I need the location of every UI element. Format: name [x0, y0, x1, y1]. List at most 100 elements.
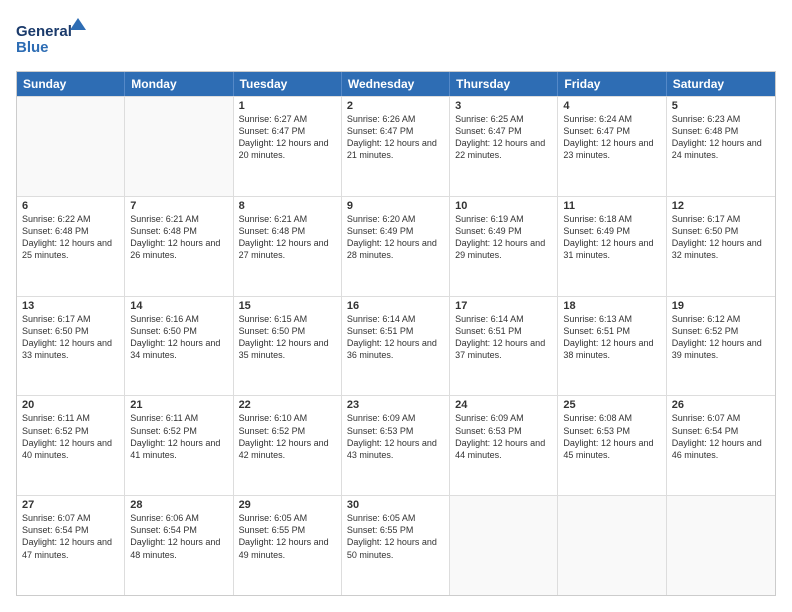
day-number: 9 [347, 200, 444, 212]
day-number: 23 [347, 399, 444, 411]
day-number: 5 [672, 100, 770, 112]
cell-text: Sunrise: 6:24 AM Sunset: 6:47 PM Dayligh… [563, 113, 660, 162]
cal-cell-3-1: 21Sunrise: 6:11 AM Sunset: 6:52 PM Dayli… [125, 396, 233, 495]
cell-text: Sunrise: 6:11 AM Sunset: 6:52 PM Dayligh… [130, 412, 227, 461]
day-number: 10 [455, 200, 552, 212]
cal-cell-3-2: 22Sunrise: 6:10 AM Sunset: 6:52 PM Dayli… [234, 396, 342, 495]
cell-text: Sunrise: 6:06 AM Sunset: 6:54 PM Dayligh… [130, 512, 227, 561]
header-day-sunday: Sunday [17, 72, 125, 96]
cal-cell-0-5: 4Sunrise: 6:24 AM Sunset: 6:47 PM Daylig… [558, 97, 666, 196]
header-day-tuesday: Tuesday [234, 72, 342, 96]
day-number: 26 [672, 399, 770, 411]
calendar: SundayMondayTuesdayWednesdayThursdayFrid… [16, 71, 776, 596]
day-number: 1 [239, 100, 336, 112]
svg-text:General: General [16, 23, 72, 40]
cal-cell-2-2: 15Sunrise: 6:15 AM Sunset: 6:50 PM Dayli… [234, 297, 342, 396]
cell-text: Sunrise: 6:14 AM Sunset: 6:51 PM Dayligh… [347, 313, 444, 362]
cal-cell-0-3: 2Sunrise: 6:26 AM Sunset: 6:47 PM Daylig… [342, 97, 450, 196]
day-number: 29 [239, 499, 336, 511]
cell-text: Sunrise: 6:26 AM Sunset: 6:47 PM Dayligh… [347, 113, 444, 162]
cal-cell-4-5 [558, 496, 666, 595]
cell-text: Sunrise: 6:16 AM Sunset: 6:50 PM Dayligh… [130, 313, 227, 362]
cal-cell-2-4: 17Sunrise: 6:14 AM Sunset: 6:51 PM Dayli… [450, 297, 558, 396]
logo-svg: General Blue [16, 16, 86, 61]
cell-text: Sunrise: 6:17 AM Sunset: 6:50 PM Dayligh… [672, 213, 770, 262]
cell-text: Sunrise: 6:09 AM Sunset: 6:53 PM Dayligh… [455, 412, 552, 461]
cal-cell-0-1 [125, 97, 233, 196]
cell-text: Sunrise: 6:27 AM Sunset: 6:47 PM Dayligh… [239, 113, 336, 162]
day-number: 2 [347, 100, 444, 112]
cal-cell-1-5: 11Sunrise: 6:18 AM Sunset: 6:49 PM Dayli… [558, 197, 666, 296]
calendar-row-0: 1Sunrise: 6:27 AM Sunset: 6:47 PM Daylig… [17, 96, 775, 196]
day-number: 12 [672, 200, 770, 212]
cal-cell-3-3: 23Sunrise: 6:09 AM Sunset: 6:53 PM Dayli… [342, 396, 450, 495]
day-number: 27 [22, 499, 119, 511]
day-number: 28 [130, 499, 227, 511]
cell-text: Sunrise: 6:05 AM Sunset: 6:55 PM Dayligh… [347, 512, 444, 561]
day-number: 15 [239, 300, 336, 312]
day-number: 14 [130, 300, 227, 312]
day-number: 22 [239, 399, 336, 411]
cal-cell-2-5: 18Sunrise: 6:13 AM Sunset: 6:51 PM Dayli… [558, 297, 666, 396]
day-number: 3 [455, 100, 552, 112]
day-number: 13 [22, 300, 119, 312]
cell-text: Sunrise: 6:11 AM Sunset: 6:52 PM Dayligh… [22, 412, 119, 461]
header-day-friday: Friday [558, 72, 666, 96]
cal-cell-0-0 [17, 97, 125, 196]
cal-cell-4-6 [667, 496, 775, 595]
cal-cell-1-2: 8Sunrise: 6:21 AM Sunset: 6:48 PM Daylig… [234, 197, 342, 296]
cell-text: Sunrise: 6:21 AM Sunset: 6:48 PM Dayligh… [130, 213, 227, 262]
header-day-thursday: Thursday [450, 72, 558, 96]
day-number: 18 [563, 300, 660, 312]
cal-cell-1-3: 9Sunrise: 6:20 AM Sunset: 6:49 PM Daylig… [342, 197, 450, 296]
day-number: 20 [22, 399, 119, 411]
cell-text: Sunrise: 6:19 AM Sunset: 6:49 PM Dayligh… [455, 213, 552, 262]
day-number: 24 [455, 399, 552, 411]
day-number: 19 [672, 300, 770, 312]
cell-text: Sunrise: 6:15 AM Sunset: 6:50 PM Dayligh… [239, 313, 336, 362]
cell-text: Sunrise: 6:21 AM Sunset: 6:48 PM Dayligh… [239, 213, 336, 262]
logo: General Blue [16, 16, 86, 61]
cell-text: Sunrise: 6:08 AM Sunset: 6:53 PM Dayligh… [563, 412, 660, 461]
cal-cell-1-0: 6Sunrise: 6:22 AM Sunset: 6:48 PM Daylig… [17, 197, 125, 296]
cell-text: Sunrise: 6:10 AM Sunset: 6:52 PM Dayligh… [239, 412, 336, 461]
cal-cell-1-4: 10Sunrise: 6:19 AM Sunset: 6:49 PM Dayli… [450, 197, 558, 296]
cell-text: Sunrise: 6:07 AM Sunset: 6:54 PM Dayligh… [22, 512, 119, 561]
cal-cell-2-3: 16Sunrise: 6:14 AM Sunset: 6:51 PM Dayli… [342, 297, 450, 396]
cal-cell-4-4 [450, 496, 558, 595]
cell-text: Sunrise: 6:09 AM Sunset: 6:53 PM Dayligh… [347, 412, 444, 461]
day-number: 21 [130, 399, 227, 411]
cell-text: Sunrise: 6:18 AM Sunset: 6:49 PM Dayligh… [563, 213, 660, 262]
cell-text: Sunrise: 6:22 AM Sunset: 6:48 PM Dayligh… [22, 213, 119, 262]
cal-cell-2-0: 13Sunrise: 6:17 AM Sunset: 6:50 PM Dayli… [17, 297, 125, 396]
cell-text: Sunrise: 6:14 AM Sunset: 6:51 PM Dayligh… [455, 313, 552, 362]
cell-text: Sunrise: 6:23 AM Sunset: 6:48 PM Dayligh… [672, 113, 770, 162]
day-number: 17 [455, 300, 552, 312]
header-day-wednesday: Wednesday [342, 72, 450, 96]
cal-cell-1-1: 7Sunrise: 6:21 AM Sunset: 6:48 PM Daylig… [125, 197, 233, 296]
cal-cell-3-5: 25Sunrise: 6:08 AM Sunset: 6:53 PM Dayli… [558, 396, 666, 495]
cell-text: Sunrise: 6:25 AM Sunset: 6:47 PM Dayligh… [455, 113, 552, 162]
cal-cell-4-2: 29Sunrise: 6:05 AM Sunset: 6:55 PM Dayli… [234, 496, 342, 595]
day-number: 11 [563, 200, 660, 212]
cell-text: Sunrise: 6:07 AM Sunset: 6:54 PM Dayligh… [672, 412, 770, 461]
cal-cell-1-6: 12Sunrise: 6:17 AM Sunset: 6:50 PM Dayli… [667, 197, 775, 296]
calendar-row-4: 27Sunrise: 6:07 AM Sunset: 6:54 PM Dayli… [17, 495, 775, 595]
day-number: 16 [347, 300, 444, 312]
calendar-row-3: 20Sunrise: 6:11 AM Sunset: 6:52 PM Dayli… [17, 395, 775, 495]
cal-cell-0-6: 5Sunrise: 6:23 AM Sunset: 6:48 PM Daylig… [667, 97, 775, 196]
header-day-saturday: Saturday [667, 72, 775, 96]
page: General Blue SundayMondayTuesdayWednesda… [0, 0, 792, 612]
calendar-row-2: 13Sunrise: 6:17 AM Sunset: 6:50 PM Dayli… [17, 296, 775, 396]
cal-cell-3-4: 24Sunrise: 6:09 AM Sunset: 6:53 PM Dayli… [450, 396, 558, 495]
day-number: 30 [347, 499, 444, 511]
cal-cell-2-6: 19Sunrise: 6:12 AM Sunset: 6:52 PM Dayli… [667, 297, 775, 396]
day-number: 25 [563, 399, 660, 411]
cal-cell-4-1: 28Sunrise: 6:06 AM Sunset: 6:54 PM Dayli… [125, 496, 233, 595]
cell-text: Sunrise: 6:12 AM Sunset: 6:52 PM Dayligh… [672, 313, 770, 362]
cal-cell-3-0: 20Sunrise: 6:11 AM Sunset: 6:52 PM Dayli… [17, 396, 125, 495]
cell-text: Sunrise: 6:20 AM Sunset: 6:49 PM Dayligh… [347, 213, 444, 262]
header: General Blue [16, 16, 776, 61]
cell-text: Sunrise: 6:05 AM Sunset: 6:55 PM Dayligh… [239, 512, 336, 561]
cal-cell-3-6: 26Sunrise: 6:07 AM Sunset: 6:54 PM Dayli… [667, 396, 775, 495]
